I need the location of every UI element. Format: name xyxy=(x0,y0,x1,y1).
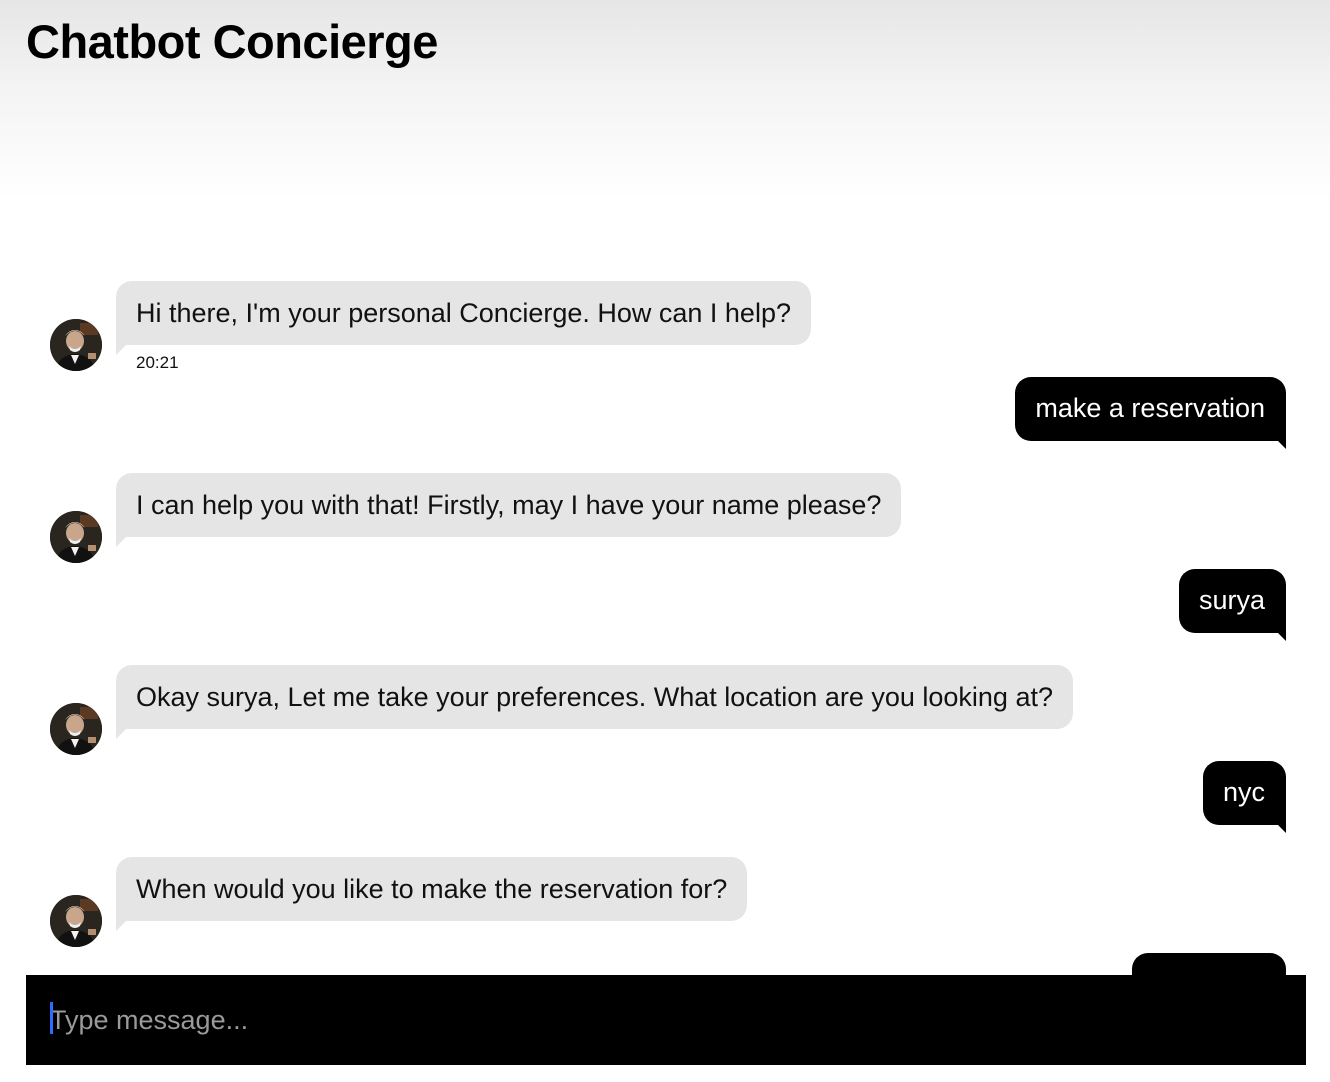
concierge-avatar-icon xyxy=(50,511,102,563)
chat-page: Chatbot Concierge Hi there, I'm your per… xyxy=(0,0,1330,1082)
bot-message-bubble: Hi there, I'm your personal Concierge. H… xyxy=(116,281,811,355)
concierge-avatar-icon xyxy=(50,895,102,947)
user-message-bubble: surya xyxy=(1178,569,1287,641)
bot-message-bubble: I can help you with that! Firstly, may I… xyxy=(116,473,902,547)
message-timestamp: 20:21 xyxy=(136,353,179,372)
bot-message-bubble: When would you like to make the reservat… xyxy=(116,857,748,931)
concierge-avatar-icon xyxy=(50,703,102,755)
message-composer xyxy=(26,975,1306,1065)
message-input[interactable] xyxy=(50,997,1280,1043)
concierge-avatar-icon xyxy=(50,319,102,371)
page-title: Chatbot Concierge xyxy=(26,15,438,68)
header: Chatbot Concierge xyxy=(0,0,1330,200)
user-message-bubble: make a reservation xyxy=(1015,377,1286,449)
bot-message-bubble: Okay surya, Let me take your preferences… xyxy=(116,665,1073,739)
text-caret xyxy=(50,1002,53,1034)
user-message-bubble: nyc xyxy=(1202,761,1287,833)
